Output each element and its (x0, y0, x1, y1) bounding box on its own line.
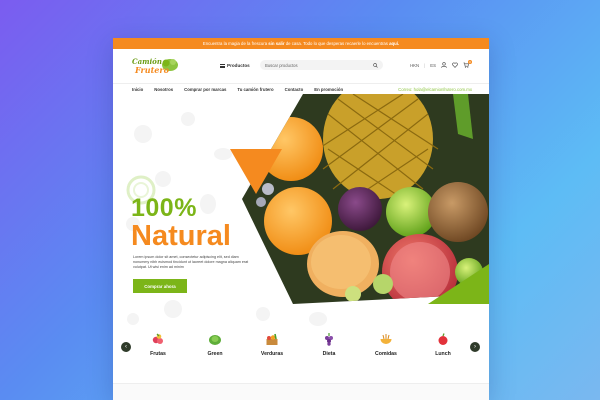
svg-text:Frutero: Frutero (134, 65, 170, 75)
berries-icon (138, 332, 178, 346)
language-selector[interactable]: ES (430, 63, 436, 68)
category-green[interactable]: Green (195, 332, 235, 357)
search-icon[interactable] (373, 62, 378, 68)
lettuce-icon (195, 332, 235, 346)
next-section-strip (113, 383, 489, 400)
nav-item-comprar-por-marcas[interactable]: Comprar por marcas (184, 87, 226, 92)
cart-count-badge: 0 (468, 60, 472, 64)
chevron-left-icon: ‹ (125, 344, 127, 350)
category-label: Frutas (150, 351, 166, 357)
cart-button[interactable]: 0 (463, 60, 472, 68)
announcement-highlight-1: sin salir (268, 41, 285, 46)
hero-headline-percent: 100% (131, 194, 197, 222)
nav-item-inicio[interactable]: Inicio (132, 87, 143, 92)
search-input[interactable]: Buscar productos (260, 60, 383, 70)
currency-selector[interactable]: HKN (410, 63, 419, 68)
category-label: Green (207, 351, 223, 357)
nav-item-contacto[interactable]: Contacto (285, 87, 304, 92)
carousel-prev-button[interactable]: ‹ (121, 342, 131, 352)
announcement-prefix: Encuentra la magia de la frescura (202, 41, 268, 46)
announcement-middle: de casa. Todo lo que desperas recaerle l… (285, 41, 388, 46)
products-label: Productos (227, 63, 250, 68)
search-placeholder: Buscar productos (265, 62, 298, 68)
vegetable-crate-icon (252, 332, 292, 346)
products-menu-button[interactable]: Productos (220, 63, 250, 68)
hero-banner: 100% Natural Lorem ipsum dolor sit amet,… (113, 94, 489, 342)
contact-email-link[interactable]: Correo: hola@elcamionfrutero.com.mx (398, 87, 472, 92)
category-frutas[interactable]: Frutas (138, 332, 178, 357)
divider: | (424, 62, 426, 68)
grapes-icon (309, 332, 349, 346)
announcement-highlight-2: aquí. (389, 41, 400, 46)
noodles-icon (366, 332, 406, 346)
buy-now-button[interactable]: Comprar ahora (133, 279, 187, 293)
category-label: Dieta (322, 351, 336, 357)
category-comidas[interactable]: Comidas (366, 332, 406, 357)
apple-icon (423, 332, 463, 346)
user-icon[interactable] (441, 62, 447, 68)
category-label: Lunch (435, 351, 451, 357)
hero-description: Lorem ipsum dolor sit amet, consectetur … (133, 255, 249, 269)
nav-item-nosotros[interactable]: Nosotros (154, 87, 173, 92)
hero-headline-natural: Natural (131, 220, 231, 252)
site-header: Camión Frutero Productos Buscar producto… (113, 49, 489, 83)
category-label: Comidas (375, 351, 397, 357)
hamburger-icon (220, 63, 225, 68)
category-dieta[interactable]: Dieta (309, 332, 349, 357)
nav-item-en-promocion[interactable]: En promoción (314, 87, 343, 92)
main-nav: Inicio Nosotros Comprar por marcas Tu ca… (113, 83, 489, 94)
category-label: Verduras (260, 351, 284, 357)
camion-frutero-logo[interactable]: Camión Frutero (129, 54, 181, 78)
chevron-right-icon: › (474, 344, 476, 350)
category-verduras[interactable]: Verduras (252, 332, 292, 357)
category-lunch[interactable]: Lunch (423, 332, 463, 357)
nav-item-tu-camion-frutero[interactable]: Tu camión frutero (237, 87, 273, 92)
browser-page: Encuentra la magia de la frescura sin sa… (113, 38, 489, 400)
heart-icon[interactable] (452, 62, 458, 68)
announcement-bar: Encuentra la magia de la frescura sin sa… (113, 38, 489, 49)
header-actions: HKN | ES 0 (410, 60, 472, 68)
carousel-next-button[interactable]: › (470, 342, 480, 352)
